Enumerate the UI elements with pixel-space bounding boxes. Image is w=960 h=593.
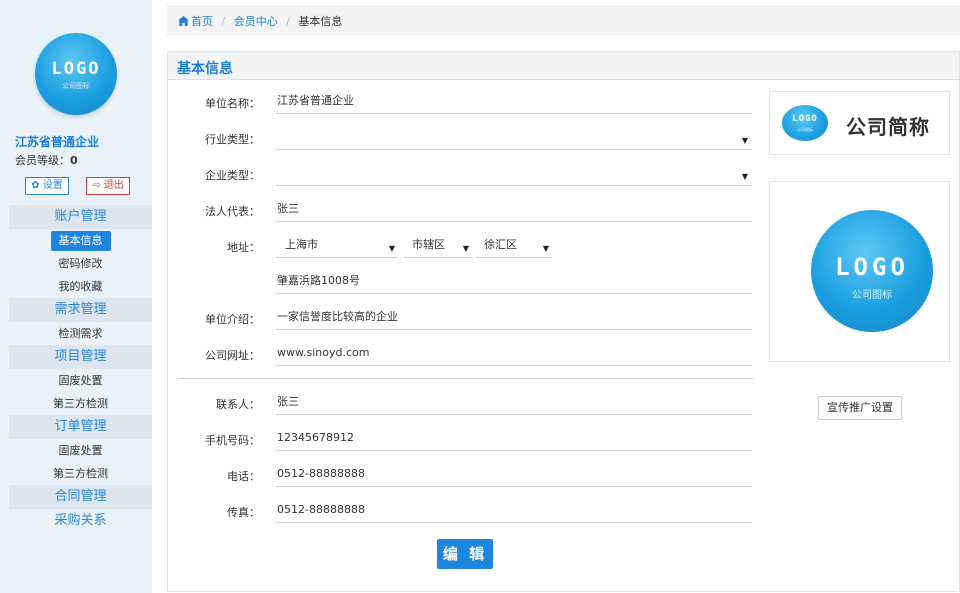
logo-preview-box[interactable]: LOGO 公司图标	[769, 181, 950, 362]
menu-item-test-demand[interactable]: 检测需求	[9, 322, 152, 345]
sidebar: LOGO 公司图标 江苏省普通企业 会员等级：0 ✿ 设置 ⇨ 退出 账户管理 …	[0, 0, 152, 593]
menu-group-contract[interactable]: 合同管理	[9, 485, 152, 509]
sidebar-menu: 账户管理 基本信息 密码修改 我的收藏 需求管理 检测需求 项目管理 固废处置 …	[9, 205, 152, 533]
caret-down-icon: ▼	[741, 172, 748, 181]
logo-word: LOGO	[51, 59, 101, 79]
breadcrumb-separator: /	[286, 15, 290, 28]
menu-group-project[interactable]: 项目管理	[9, 345, 152, 369]
section-divider	[178, 378, 753, 379]
edit-button[interactable]: 编 辑	[437, 539, 493, 569]
address-detail-input[interactable]: 肇嘉浜路1008号	[276, 272, 752, 294]
promotion-settings-button[interactable]: 宣传推广设置	[818, 396, 902, 420]
contact-label: 联系人：	[216, 398, 260, 411]
caret-down-icon: ▼	[741, 136, 748, 145]
breadcrumb: 首页 / 会员中心 / 基本信息	[178, 13, 342, 29]
company-short-name: 公司简称	[846, 115, 930, 139]
province-select[interactable]: 上海市 ▼	[276, 236, 398, 258]
menu-item-order-waste[interactable]: 固废处置	[9, 439, 152, 462]
logo-preview: LOGO 公司图标	[811, 210, 933, 332]
unit-name-input[interactable]: 江苏省普通企业	[276, 92, 752, 114]
member-level: 会员等级：0	[15, 152, 78, 168]
brand-logo-word: LOGO	[792, 114, 818, 124]
member-level-label: 会员等级：	[15, 154, 70, 167]
address-label: 地址：	[227, 241, 260, 254]
breadcrumb-bar: 首页 / 会员中心 / 基本信息	[167, 5, 960, 36]
menu-item-change-password[interactable]: 密码修改	[9, 252, 152, 275]
menu-group-demand[interactable]: 需求管理	[9, 298, 152, 322]
breadcrumb-home[interactable]: 首页	[191, 15, 213, 28]
logo-subtitle: 公司图标	[62, 82, 90, 90]
basic-info-panel: 基本信息 单位名称： 江苏省普通企业 行业类型： ▼ 企业类型： ▼ 法人代表：…	[167, 51, 960, 592]
settings-button[interactable]: ✿ 设置	[25, 177, 69, 195]
caret-down-icon: ▼	[542, 244, 549, 253]
legal-rep-input[interactable]: 张三	[276, 200, 752, 222]
breadcrumb-current: 基本信息	[298, 15, 343, 28]
intro-input[interactable]: 一家信誉度比较高的企业	[276, 308, 752, 330]
gear-icon: ✿	[31, 180, 40, 191]
member-level-value: 0	[70, 154, 78, 167]
mobile-label: 手机号码：	[205, 434, 260, 447]
menu-item-label: 基本信息	[50, 231, 111, 251]
menu-item-basic-info[interactable]: 基本信息	[9, 229, 152, 252]
panel-header: 基本信息	[168, 52, 959, 80]
phone-input[interactable]: 0512-88888888	[276, 465, 752, 487]
district-value: 徐汇区	[484, 238, 517, 251]
menu-group-purchase[interactable]: 采购关系	[9, 509, 152, 533]
company-type-label: 企业类型：	[205, 169, 260, 182]
website-label: 公司网址：	[205, 349, 260, 362]
contact-input[interactable]: 张三	[276, 393, 752, 415]
logo-preview-word: LOGO	[835, 253, 909, 281]
industry-label: 行业类型：	[205, 133, 260, 146]
breadcrumb-separator: /	[221, 15, 226, 28]
legal-rep-label: 法人代表：	[205, 205, 260, 218]
brand-logo-subtitle: 公司图标	[797, 127, 813, 132]
company-logo: LOGO 公司图标	[35, 33, 117, 115]
home-icon	[178, 16, 189, 26]
industry-select[interactable]: ▼	[276, 128, 752, 150]
company-name: 江苏省普通企业	[15, 135, 100, 149]
menu-item-project-waste[interactable]: 固废处置	[9, 369, 152, 392]
menu-group-account[interactable]: 账户管理	[9, 205, 152, 229]
menu-group-order[interactable]: 订单管理	[9, 415, 152, 439]
phone-label: 电话：	[227, 470, 260, 483]
caret-down-icon: ▼	[388, 244, 395, 253]
district-select[interactable]: 徐汇区 ▼	[476, 236, 552, 258]
intro-label: 单位介绍：	[205, 313, 260, 326]
settings-label: 设置	[42, 180, 63, 191]
province-value: 上海市	[285, 238, 318, 251]
unit-name-label: 单位名称：	[205, 97, 260, 110]
panel-title: 基本信息	[177, 61, 233, 77]
mobile-input[interactable]: 12345678912	[276, 429, 752, 451]
fax-input[interactable]: 0512-88888888	[276, 501, 752, 523]
fax-label: 传真：	[227, 506, 260, 519]
logo-preview-subtitle: 公司图标	[852, 290, 892, 301]
caret-down-icon: ▼	[462, 244, 469, 253]
logout-icon: ⇨	[92, 180, 101, 191]
brand-card: LOGO 公司图标 公司简称	[769, 91, 950, 155]
city-value: 市辖区	[412, 238, 445, 251]
company-type-select[interactable]: ▼	[276, 164, 752, 186]
city-select[interactable]: 市辖区 ▼	[404, 236, 472, 258]
website-input[interactable]: www.sinoyd.com	[276, 344, 752, 366]
brand-logo: LOGO 公司图标	[782, 105, 828, 141]
menu-item-order-third-party[interactable]: 第三方检测	[9, 462, 152, 485]
menu-item-project-third-party[interactable]: 第三方检测	[9, 392, 152, 415]
logout-button[interactable]: ⇨ 退出	[86, 177, 130, 195]
logout-label: 退出	[103, 180, 124, 191]
breadcrumb-member-center[interactable]: 会员中心	[234, 15, 278, 28]
menu-item-favorites[interactable]: 我的收藏	[9, 275, 152, 298]
